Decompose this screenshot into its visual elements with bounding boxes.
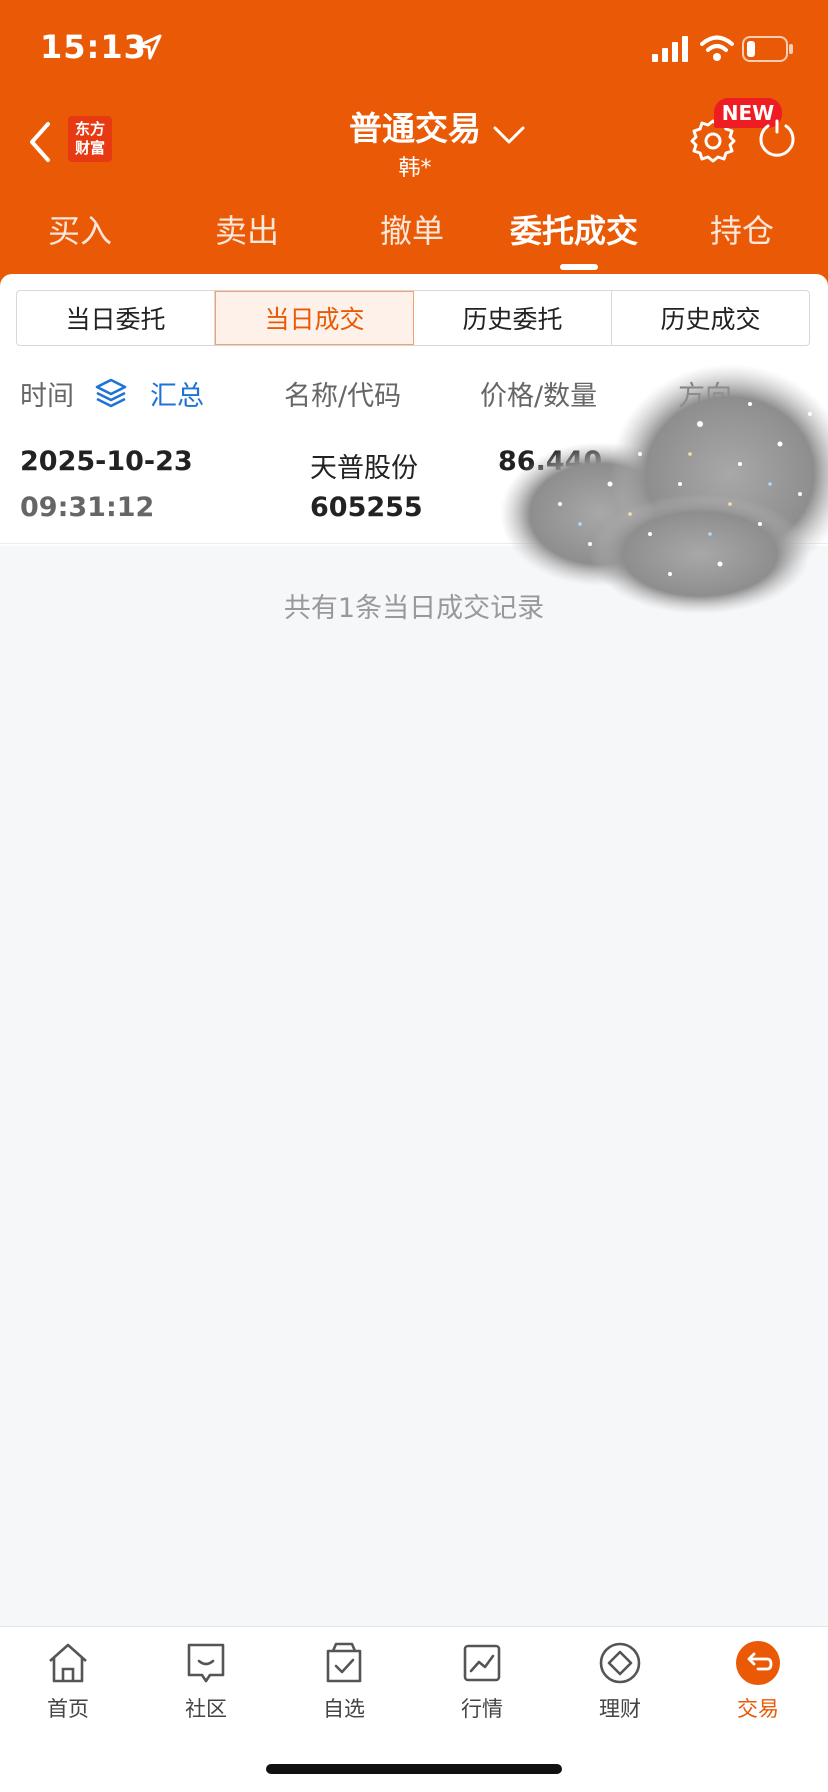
- column-header-direction: 方向: [678, 381, 732, 412]
- page-title[interactable]: 普通交易: [340, 102, 490, 150]
- nav-wealth[interactable]: 理财: [560, 1639, 680, 1739]
- back-arrow-icon[interactable]: [24, 118, 56, 166]
- main-tab-bar: 买入 卖出 撤单 委托成交 持仓: [0, 206, 828, 262]
- chevron-down-icon[interactable]: [492, 124, 526, 146]
- segmented-control: 当日委托 当日成交 历史委托 历史成交: [16, 290, 810, 346]
- tab-buy[interactable]: 买入: [48, 206, 112, 256]
- status-bar: 15:13: [0, 0, 828, 100]
- trade-price: 86.440: [498, 446, 603, 477]
- active-tab-indicator: [560, 264, 598, 270]
- home-icon: [49, 1643, 87, 1683]
- home-indicator: [266, 1764, 562, 1774]
- brand-logo-line-2: 财富: [74, 139, 105, 157]
- chat-bubble-icon: [187, 1643, 225, 1683]
- nav-market[interactable]: 行情: [422, 1639, 542, 1739]
- stock-code: 605255: [310, 492, 423, 523]
- content-panel: 当日委托 当日成交 历史委托 历史成交 时间 汇总 名称/代码 价格/数量 方向…: [0, 274, 828, 546]
- diamond-icon: [599, 1642, 641, 1684]
- segment-history-trades[interactable]: 历史成交: [612, 291, 809, 345]
- nav-label-trade: 交易: [737, 1697, 779, 1721]
- nav-community[interactable]: 社区: [146, 1639, 266, 1739]
- nav-label-wealth: 理财: [599, 1697, 641, 1721]
- tab-cancel-order[interactable]: 撤单: [380, 206, 444, 256]
- brand-logo: 东方 财富: [68, 116, 112, 162]
- nav-label-market: 行情: [461, 1697, 503, 1721]
- status-time: 15:13: [40, 28, 147, 66]
- tab-positions[interactable]: 持仓: [710, 206, 774, 256]
- nav-trade[interactable]: 交易: [698, 1639, 818, 1739]
- battery-icon: [742, 36, 793, 62]
- column-header-time: 时间: [20, 381, 74, 412]
- cellular-signal-icon: [652, 36, 688, 62]
- trade-time: 09:31:12: [20, 492, 155, 523]
- trade-date: 2025-10-23: [20, 446, 193, 477]
- nav-label-home: 首页: [47, 1697, 89, 1721]
- tab-sell[interactable]: 卖出: [215, 206, 279, 256]
- header-bar: 15:13 东方 财富 普通交易 韩* NEW 买入 卖出 撤单 委托成交 持仓: [0, 0, 828, 290]
- segment-history-orders[interactable]: 历史委托: [414, 291, 612, 345]
- layers-icon[interactable]: [94, 376, 128, 410]
- summary-link[interactable]: 汇总: [150, 374, 204, 413]
- nav-watchlist[interactable]: 自选: [284, 1639, 404, 1739]
- trade-icon: [736, 1641, 780, 1685]
- brand-logo-line-1: 东方: [74, 120, 105, 138]
- wifi-icon: [700, 35, 734, 61]
- nav-home[interactable]: 首页: [8, 1639, 128, 1739]
- segment-today-trades[interactable]: 当日成交: [215, 291, 414, 345]
- stock-name: 天普股份: [310, 453, 418, 484]
- power-icon[interactable]: [756, 118, 798, 160]
- chart-icon: [463, 1644, 501, 1682]
- record-count-text: 共有1条当日成交记录: [283, 593, 545, 624]
- column-header-price-qty: 价格/数量: [480, 381, 598, 412]
- watchlist-icon: [326, 1642, 362, 1683]
- location-arrow-icon: [136, 34, 162, 60]
- nav-label-community: 社区: [185, 1697, 227, 1721]
- account-name: 韩*: [398, 156, 432, 181]
- nav-label-watchlist: 自选: [323, 1697, 365, 1721]
- segment-today-orders[interactable]: 当日委托: [17, 291, 215, 345]
- table-row[interactable]: 2025-10-23 09:31:12 天普股份 605255 86.440: [0, 432, 828, 544]
- tab-orders-trades[interactable]: 委托成交: [510, 206, 638, 256]
- column-header-name-code: 名称/代码: [284, 381, 402, 412]
